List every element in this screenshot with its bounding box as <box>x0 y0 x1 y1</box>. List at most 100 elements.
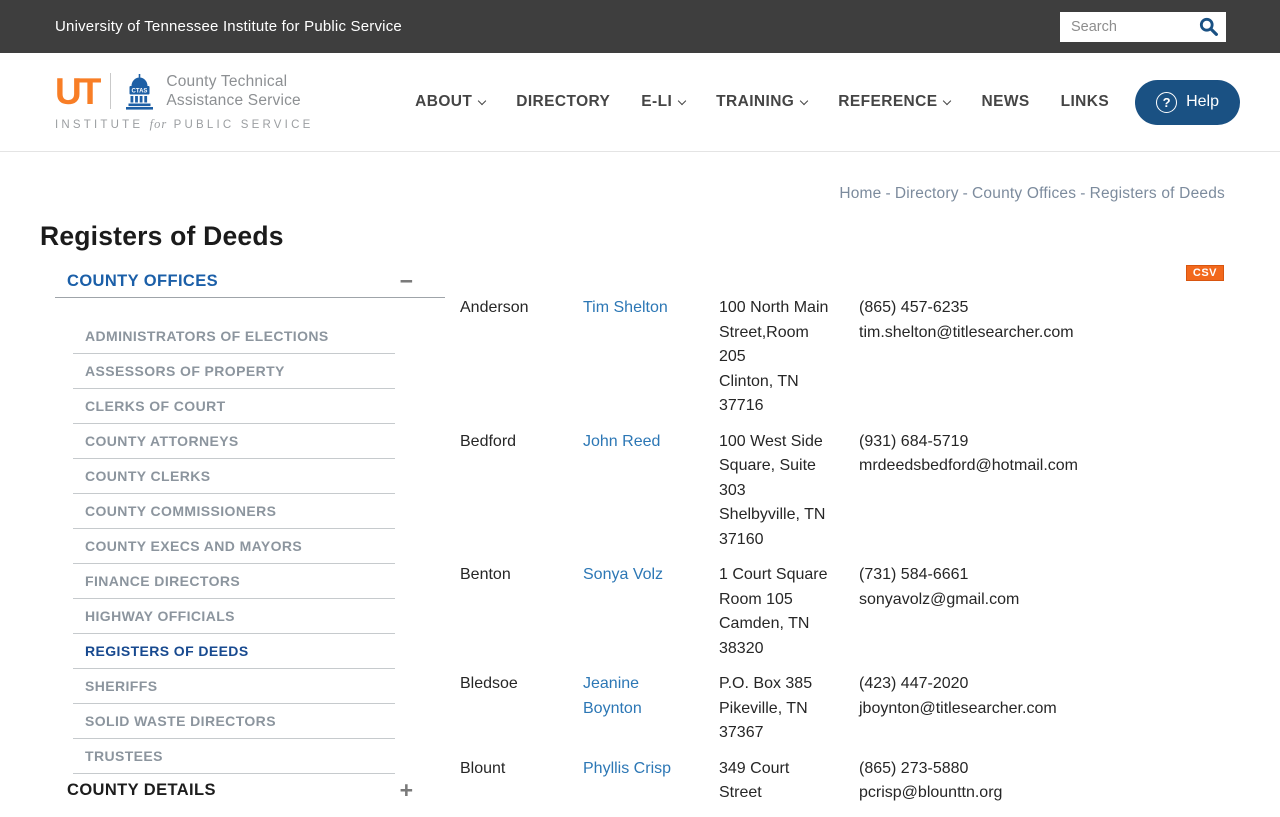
nav-item-e-li[interactable]: E-LI <box>641 93 687 111</box>
county-cell: Blount <box>460 759 506 777</box>
ut-logo: UT <box>55 70 101 112</box>
chevron-down-icon <box>478 96 487 105</box>
search-button[interactable] <box>1196 16 1226 37</box>
sidebar-item-trustees[interactable]: TRUSTEES <box>73 739 395 774</box>
nav-item-training[interactable]: TRAINING <box>716 93 809 111</box>
phone: (931) 684-5719 <box>859 432 969 450</box>
address-line: 37716 <box>719 397 764 414</box>
name-cell: Phyllis Crisp <box>583 757 701 806</box>
sidebar-section-county-details[interactable]: COUNTY DETAILS + <box>55 774 445 807</box>
nav-item-news[interactable]: NEWS <box>981 93 1029 111</box>
search-icon <box>1199 17 1218 36</box>
table-row-anderson: Anderson Tim Shelton 100 North Main Street,… <box>460 296 1224 419</box>
nav-item-about[interactable]: ABOUT <box>415 93 487 111</box>
name-cell: Sonya Volz <box>583 563 701 661</box>
sidebar-item-county-execs-and-mayors[interactable]: COUNTY EXECS AND MAYORS <box>73 529 395 564</box>
address-line: 100 West Side <box>719 432 823 450</box>
address-line: Camden, TN <box>719 615 810 632</box>
address-cell: 100 West Side Square, Suite 303 Shelbyville… <box>719 430 849 553</box>
sidebar-section-county-offices[interactable]: COUNTY OFFICES − <box>55 265 445 298</box>
address-line: Street,Room <box>719 323 809 341</box>
section-label: COUNTY OFFICES <box>67 271 219 290</box>
county-cell: Benton <box>460 566 511 583</box>
page-title: Registers of Deeds <box>40 221 284 251</box>
breadcrumb-item-directory[interactable]: Directory <box>895 185 959 202</box>
table-row-benton: Benton Sonya Volz 1 Court Square Room 105 Ca… <box>460 563 1224 661</box>
breadcrumb-item-county-offices[interactable]: County Offices <box>972 185 1076 202</box>
county-cell: Bedford <box>460 432 517 450</box>
sidebar-item-finance-directors[interactable]: FINANCE DIRECTORS <box>73 564 395 599</box>
section-label: COUNTY DETAILS <box>67 781 216 799</box>
address-line: Shelbyville, TN <box>719 506 826 523</box>
address-line: 1 Court Square <box>719 566 828 583</box>
phone: (865) 273-5880 <box>859 759 969 777</box>
deeds-table: Anderson Tim Shelton 100 North Main Street,… <box>460 296 1224 806</box>
content: COUNTY OFFICES − ADMINISTRATORS OF ELECT… <box>0 265 1280 817</box>
sidebar: COUNTY OFFICES − ADMINISTRATORS OF ELECT… <box>55 265 445 807</box>
address-line: Clinton, TN <box>719 372 799 390</box>
address-line: 38320 <box>719 639 764 657</box>
chevron-down-icon <box>677 96 687 105</box>
email: mrdeedsbedford@hotmail.com <box>859 457 1079 474</box>
register-name-link[interactable]: John Reed <box>583 433 660 450</box>
sidebar-item-county-commissioners[interactable]: COUNTY COMMISSIONERS <box>73 494 395 529</box>
help-button[interactable]: ? Help <box>1135 79 1240 125</box>
breadcrumb-separator: - <box>885 185 891 202</box>
chevron-down-icon <box>943 96 952 105</box>
name-cell: Jeanine Boynton <box>583 672 701 746</box>
county-cell: Bledsoe <box>460 675 518 692</box>
main-nav: ABOUT DIRECTORY E-LI TRAINING REFERENCE NEWS L… <box>415 93 1109 111</box>
address-line: 37160 <box>719 530 764 548</box>
register-name-link[interactable]: Phyllis Crisp <box>583 760 671 777</box>
nav-item-directory[interactable]: DIRECTORY <box>516 93 610 111</box>
sidebar-item-highway-officials[interactable]: HIGHWAY OFFICIALS <box>73 599 395 634</box>
help-icon: ? <box>1156 91 1178 113</box>
email: pcrisp@blounttn.org <box>859 784 1003 801</box>
register-name-link[interactable]: Jeanine Boynton <box>583 675 642 717</box>
header: UT CTAS County Technical Assistance Serv… <box>0 53 1280 152</box>
sidebar-item-registers-of-deeds[interactable]: REGISTERS OF DEEDS <box>73 634 395 669</box>
sidebar-item-county-clerks[interactable]: COUNTY CLERKS <box>73 459 395 494</box>
csv-export-button[interactable]: CSV <box>1185 265 1224 281</box>
address-cell: 349 Court Street <box>719 757 849 806</box>
phone: (731) 584-6661 <box>859 566 969 583</box>
nav-item-reference[interactable]: REFERENCE <box>838 93 952 111</box>
institute-tagline: INSTITUTE for PUBLIC SERVICE <box>55 117 314 131</box>
site-title-link[interactable]: University of Tennessee Institute for Pu… <box>55 18 402 35</box>
email: jboynton@titlesearcher.com <box>859 699 1057 717</box>
sidebar-item-sheriffs[interactable]: SHERIFFS <box>73 669 395 704</box>
address-line: 37367 <box>719 724 764 741</box>
breadcrumb-separator: - <box>1080 185 1086 202</box>
main-content: CSV Anderson Tim Shelton 100 North Main Str… <box>460 265 1280 817</box>
breadcrumb: Home - Directory - County Offices - Registers … <box>0 185 1225 203</box>
search-input[interactable] <box>1060 18 1196 35</box>
phone: (423) 447-2020 <box>859 675 969 692</box>
breadcrumb-item-home[interactable]: Home <box>839 185 881 202</box>
register-name-link[interactable]: Tim Shelton <box>583 299 668 316</box>
register-name-link[interactable]: Sonya Volz <box>583 566 663 583</box>
help-label: Help <box>1186 93 1219 110</box>
email: sonyavolz@gmail.com <box>859 590 1020 608</box>
logo-divider <box>110 73 112 109</box>
sidebar-item-county-attorneys[interactable]: COUNTY ATTORNEYS <box>73 424 395 459</box>
contact-cell: (931) 684-5719 mrdeedsbedford@hotmail.com <box>859 430 1224 553</box>
nav-item-links[interactable]: LINKS <box>1061 93 1110 111</box>
collapse-icon: − <box>399 267 413 294</box>
address-line: 100 North Main <box>719 299 829 316</box>
sidebar-item-assessors-of-property[interactable]: ASSESSORS OF PROPERTY <box>73 354 395 389</box>
address-line: P.O. Box 385 <box>719 675 813 692</box>
topbar: University of Tennessee Institute for Pu… <box>0 0 1280 53</box>
logo-link[interactable]: UT CTAS County Technical Assistance Serv… <box>55 72 313 132</box>
email: tim.shelton@titlesearcher.com <box>859 323 1074 341</box>
sidebar-item-solid-waste-directors[interactable]: SOLID WASTE DIRECTORS <box>73 704 395 739</box>
contact-cell: (423) 447-2020 jboynton@titlesearcher.com <box>859 672 1224 746</box>
address-line: 349 Court <box>719 759 790 777</box>
name-cell: John Reed <box>583 430 701 553</box>
address-line: Street <box>719 784 762 801</box>
breadcrumb-item-registers-of-deeds: Registers of Deeds <box>1089 185 1225 202</box>
sidebar-item-administrators-of-elections[interactable]: ADMINISTRATORS OF ELECTIONS <box>73 319 395 354</box>
address-line: Pikeville, TN <box>719 699 808 717</box>
address-cell: 1 Court Square Room 105 Camden, TN 38320 <box>719 563 849 661</box>
sidebar-item-clerks-of-court[interactable]: CLERKS OF COURT <box>73 389 395 424</box>
expand-icon: + <box>399 777 413 803</box>
